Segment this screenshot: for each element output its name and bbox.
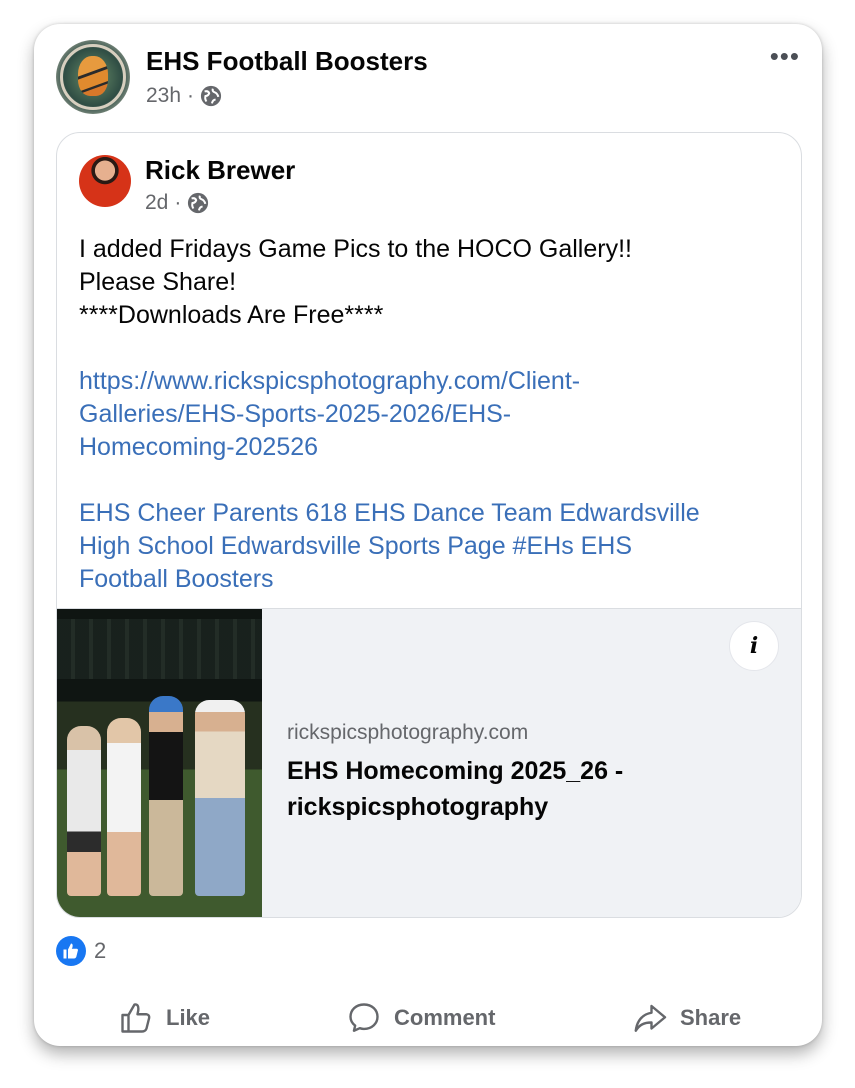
gallery-link[interactable]: https://www.rickspicsphotography.com/Cli… xyxy=(79,365,779,464)
comment-bubble-icon xyxy=(349,1003,379,1032)
author-name[interactable]: Rick Brewer xyxy=(145,155,295,186)
post-body: I added Fridays Game Pics to the HOCO Ga… xyxy=(79,233,779,596)
shared-post-meta: 2d · xyxy=(145,191,209,215)
person-figure xyxy=(107,718,141,896)
post-time[interactable]: 23h xyxy=(146,84,181,108)
globe-icon xyxy=(188,192,209,214)
tag-line[interactable]: Football Boosters xyxy=(79,563,779,596)
preview-title-line: EHS Homecoming 2025_26 - xyxy=(287,757,624,785)
preview-image[interactable] xyxy=(57,609,262,917)
globe-icon xyxy=(200,85,222,107)
person-figure xyxy=(67,726,101,896)
comment-button[interactable]: Comment xyxy=(346,1000,495,1036)
meta-separator: · xyxy=(174,191,182,214)
link-preview[interactable]: rickspicsphotography.com EHS Homecoming … xyxy=(57,608,801,917)
share-button[interactable]: Share xyxy=(632,1000,741,1036)
preview-title[interactable]: EHS Homecoming 2025_26 - rickspicsphotog… xyxy=(287,753,767,825)
thumbs-up-icon xyxy=(56,936,86,966)
body-line: ****Downloads Are Free**** xyxy=(79,301,384,329)
tiger-logo-icon xyxy=(78,56,108,96)
comment-label: Comment xyxy=(394,1005,496,1030)
link-line[interactable]: https://www.rickspicsphotography.com/Cli… xyxy=(79,365,779,398)
tag-line[interactable]: High School Edwardsville Sports Page #EH… xyxy=(79,530,779,563)
info-button[interactable]: i xyxy=(729,621,779,671)
reaction-count: 2 xyxy=(94,938,107,963)
like-label: Like xyxy=(166,1005,211,1030)
meta-separator: · xyxy=(187,84,195,107)
page-avatar[interactable] xyxy=(56,40,130,114)
body-line: I added Fridays Game Pics to the HOCO Ga… xyxy=(79,235,632,263)
thumbs-up-outline-icon xyxy=(121,1003,151,1033)
shared-post[interactable]: Rick Brewer 2d · I added Fridays Game Pi… xyxy=(56,132,802,918)
tagged-pages[interactable]: EHS Cheer Parents 618 EHS Dance Team Edw… xyxy=(79,497,779,596)
shared-post-time[interactable]: 2d xyxy=(145,191,168,215)
link-line[interactable]: Galleries/EHS-Sports-2025-2026/EHS- xyxy=(79,398,779,431)
share-arrow-icon xyxy=(634,1004,667,1032)
reaction-summary[interactable]: 2 xyxy=(56,936,106,966)
person-figure xyxy=(195,700,245,896)
link-line[interactable]: Homecoming-202526 xyxy=(79,431,779,464)
preview-title-line: rickspicsphotography xyxy=(287,793,549,821)
post-card: EHS Football Boosters 23h · ••• Rick Bre… xyxy=(34,24,822,1046)
body-line: Please Share! xyxy=(79,268,237,296)
more-options-button[interactable]: ••• xyxy=(770,43,800,69)
author-avatar[interactable] xyxy=(79,155,131,207)
action-bar: Like Comment Share xyxy=(34,1000,822,1040)
share-label: Share xyxy=(680,1005,742,1030)
like-button[interactable]: Like xyxy=(118,1000,210,1036)
page-name[interactable]: EHS Football Boosters xyxy=(146,46,428,77)
tag-line[interactable]: EHS Cheer Parents 618 EHS Dance Team Edw… xyxy=(79,497,779,530)
post-meta: 23h · xyxy=(146,84,222,108)
person-figure xyxy=(149,696,183,896)
preview-domain: rickspicsphotography.com xyxy=(287,721,529,744)
stadium-lights xyxy=(57,619,262,679)
